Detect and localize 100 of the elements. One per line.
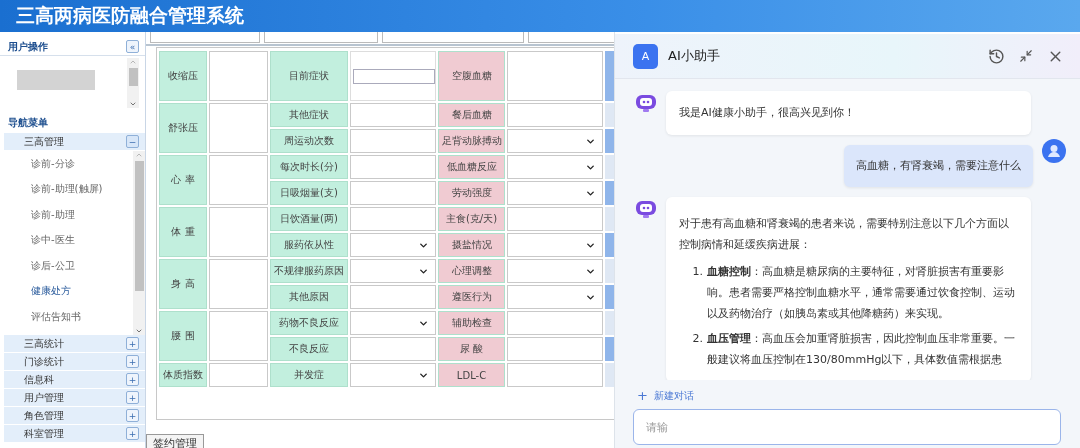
input-field[interactable]	[209, 363, 268, 387]
collapse-button[interactable]: «	[126, 40, 139, 53]
input-field[interactable]	[209, 259, 268, 309]
scrollbar[interactable]	[127, 58, 139, 108]
input-field[interactable]	[264, 32, 378, 43]
field-label: 主食(克/天)	[438, 207, 505, 231]
tab[interactable]: 签约管理	[146, 434, 204, 448]
input-field[interactable]	[350, 285, 436, 309]
input-field[interactable]	[507, 207, 603, 231]
input-field[interactable]	[209, 207, 268, 257]
input-field[interactable]	[350, 337, 436, 361]
menu-group[interactable]: 门诊统计 +	[4, 353, 145, 371]
input-field[interactable]	[350, 155, 436, 179]
toggle-button[interactable]: +	[126, 427, 139, 440]
menu-item[interactable]: 诊后-公卫	[4, 258, 133, 285]
field-label: LDL-C	[438, 363, 505, 387]
input-field[interactable]	[353, 68, 435, 84]
app-title: 三高两病医防融合管理系统	[16, 3, 244, 28]
input-field[interactable]	[350, 181, 436, 205]
section-title: 导航菜单	[7, 116, 49, 130]
cut-off-cell	[605, 337, 614, 361]
input-field[interactable]	[350, 129, 436, 153]
field-label: 心理调整	[438, 259, 505, 283]
field-label: 目前症状	[270, 51, 348, 101]
input-field[interactable]	[507, 103, 603, 127]
field-label: 日吸烟量(支)	[270, 181, 348, 205]
input-field[interactable]	[150, 32, 260, 43]
new-chat-link[interactable]: + 新建对话	[615, 380, 1080, 409]
field-label: 服药依从性	[270, 233, 348, 257]
history-icon[interactable]	[988, 47, 1005, 65]
scroll-down-icon[interactable]	[135, 327, 143, 335]
input-field[interactable]	[507, 363, 603, 387]
cut-off-cell	[605, 285, 614, 309]
toggle-button[interactable]: +	[126, 355, 139, 368]
menu-group[interactable]: 三高统计 +	[4, 335, 145, 353]
select-field[interactable]	[507, 129, 603, 153]
menu-item[interactable]: 健康处方	[4, 284, 133, 310]
toggle-button[interactable]: −	[126, 135, 139, 148]
menu-group[interactable]: 用户管理 +	[4, 389, 145, 407]
menu-group-label: 门诊统计	[24, 354, 64, 369]
field-label: 身 高	[159, 259, 207, 309]
toggle-button[interactable]: +	[126, 391, 139, 404]
section-title: 用户操作	[8, 39, 48, 54]
scrollbar[interactable]	[133, 151, 145, 335]
input-field[interactable]	[209, 311, 268, 361]
menu-group-label: 科室管理	[24, 426, 64, 441]
field-label: 其他原因	[270, 285, 348, 309]
field-label: 空腹血糖	[438, 51, 505, 101]
menu-item[interactable]: 诊前-助理	[4, 207, 133, 234]
field-label: 收缩压	[159, 51, 207, 101]
menu-group[interactable]: 科室管理 +	[4, 425, 145, 443]
scroll-down-icon[interactable]	[129, 100, 137, 108]
field-label: 并发症	[270, 363, 348, 387]
select-field[interactable]	[507, 233, 603, 257]
menu-group-label: 信息科	[24, 372, 54, 387]
select-field[interactable]	[350, 233, 436, 257]
menu-item[interactable]: 评估告知书	[4, 309, 133, 335]
select-field[interactable]	[350, 311, 436, 335]
list-item: 血糖控制：高血糖是糖尿病的主要特征，对肾脏损害有重要影响。患者需要严格控制血糖水平，通常需要通过饮食控制、运动以及药物治疗（如胰岛素或其他降糖药）来实现。	[707, 264, 1015, 322]
toggle-button[interactable]: +	[126, 373, 139, 386]
field-label: 舒张压	[159, 103, 207, 153]
select-field[interactable]	[350, 363, 436, 387]
select-field[interactable]	[507, 259, 603, 283]
select-field[interactable]	[507, 285, 603, 309]
field-label: 周运动次数	[270, 129, 348, 153]
input-field[interactable]	[350, 103, 436, 127]
input-field[interactable]	[209, 103, 268, 153]
field-label: 体 重	[159, 207, 207, 257]
assistant-title: AI小助手	[668, 47, 721, 65]
input-field[interactable]	[507, 311, 603, 335]
menu-item[interactable]: 诊前-助理(触屏)	[4, 182, 133, 208]
menu-item[interactable]: 诊中-医生	[4, 233, 133, 259]
field-label: 其他症状	[270, 103, 348, 127]
menu-group-label: 三高统计	[24, 336, 64, 351]
toggle-button[interactable]: +	[126, 409, 139, 422]
menu-group[interactable]: 角色管理 +	[4, 407, 145, 425]
select-field[interactable]	[507, 181, 603, 205]
menu-item[interactable]: 诊前-分诊	[4, 157, 133, 183]
menu-group-label: 三高管理	[24, 134, 64, 149]
menu-group[interactable]: 三高管理 −	[4, 133, 145, 151]
field-label: 辅助检查	[438, 311, 505, 335]
scroll-up-icon[interactable]	[135, 151, 143, 159]
input-field[interactable]	[209, 155, 268, 205]
field-label: 遵医行为	[438, 285, 505, 309]
field-label: 药物不良反应	[270, 311, 348, 335]
select-field[interactable]	[350, 259, 436, 283]
cut-off-cell	[605, 181, 614, 205]
scroll-up-icon[interactable]	[129, 58, 137, 66]
select-field[interactable]	[507, 155, 603, 179]
robot-icon	[635, 93, 657, 113]
input-field[interactable]	[507, 337, 603, 361]
toggle-button[interactable]: +	[126, 337, 139, 350]
cut-off-cell	[605, 233, 614, 257]
input-field[interactable]	[382, 32, 524, 43]
message-input[interactable]: 请输	[633, 409, 1061, 445]
minimize-icon[interactable]	[1019, 49, 1033, 63]
input-field[interactable]	[209, 51, 268, 101]
menu-group[interactable]: 信息科 +	[4, 371, 145, 389]
input-field[interactable]	[350, 207, 436, 231]
input-field[interactable]	[507, 51, 603, 101]
